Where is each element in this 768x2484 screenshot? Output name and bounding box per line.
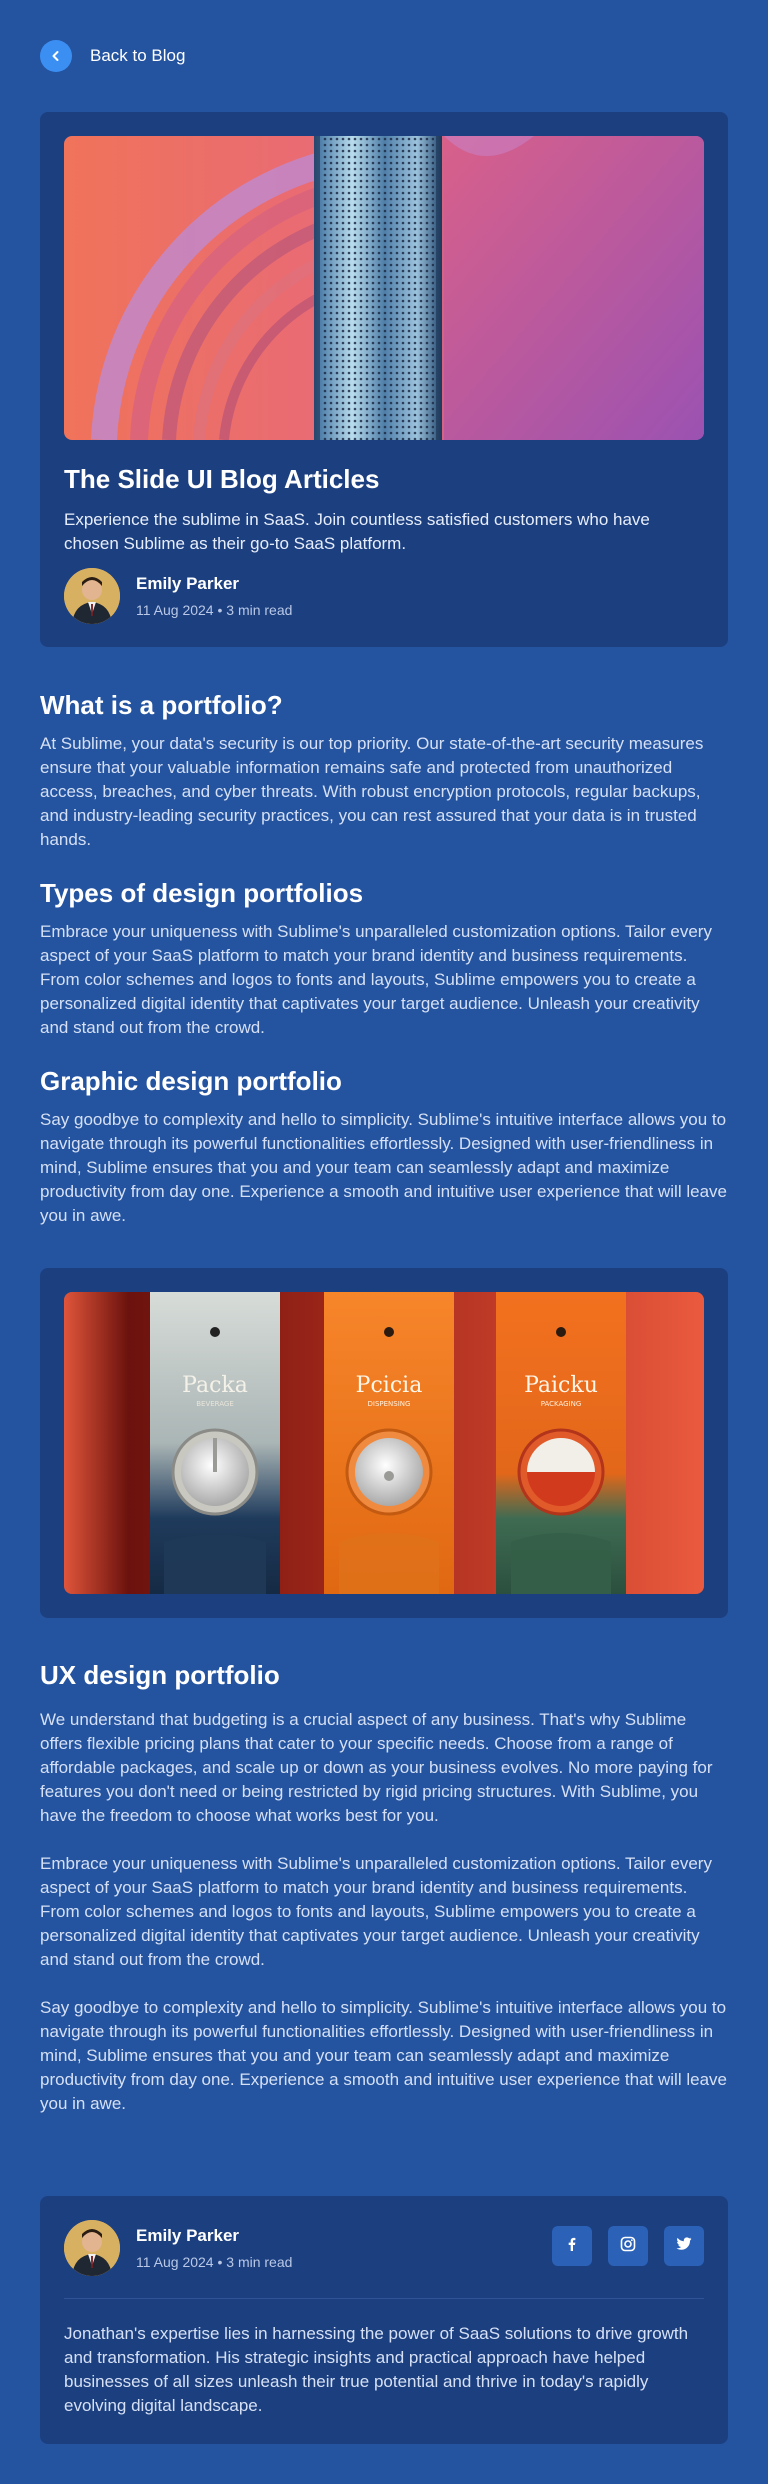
- hero-card: The Slide UI Blog Articles Experience th…: [40, 112, 728, 647]
- product-sublabel: DISPENSING: [368, 1400, 411, 1408]
- author-meta: 11 Aug 2024 • 3 min read: [136, 602, 293, 618]
- facebook-button[interactable]: [552, 2226, 592, 2266]
- hero-author: Emily Parker 11 Aug 2024 • 3 min read: [64, 568, 292, 624]
- section-paragraph: Say goodbye to complexity and hello to s…: [40, 1998, 727, 2113]
- author-card: Emily Parker 11 Aug 2024 • 3 min read Jo…: [40, 2196, 728, 2444]
- article-title: The Slide UI Blog Articles: [64, 464, 380, 494]
- twitter-icon: [676, 2236, 692, 2256]
- social-links: [552, 2226, 704, 2266]
- product-sublabel: PACKAGING: [541, 1400, 582, 1408]
- divider: [64, 2298, 704, 2299]
- section-paragraph: We understand that budgeting is a crucia…: [40, 1710, 713, 1825]
- section-paragraph: Embrace your uniqueness with Sublime's u…: [40, 922, 712, 1037]
- author-info: Emily Parker 11 Aug 2024 • 3 min read: [64, 2220, 292, 2276]
- product-label: Packa: [182, 1373, 248, 1398]
- twitter-button[interactable]: [664, 2226, 704, 2266]
- facebook-icon: [565, 2237, 579, 2256]
- product-label: Pcicia: [356, 1373, 423, 1398]
- product-sublabel: BEVERAGE: [196, 1400, 234, 1408]
- author-name[interactable]: Emily Parker: [136, 2226, 292, 2246]
- product-image: Packa BEVERAGE Pcicia DISPENSING Paicku …: [64, 1292, 704, 1594]
- instagram-icon: [620, 2236, 636, 2257]
- chevron-left-icon[interactable]: [40, 40, 72, 72]
- author-meta: 11 Aug 2024 • 3 min read: [136, 2254, 293, 2270]
- section-heading: Graphic design portfolio: [40, 1066, 342, 1096]
- avatar: [64, 2220, 120, 2276]
- section-heading: UX design portfolio: [40, 1660, 280, 1690]
- section-heading: Types of design portfolios: [40, 878, 364, 908]
- section-paragraph: At Sublime, your data's security is our …: [40, 734, 704, 849]
- gallery-card: Packa BEVERAGE Pcicia DISPENSING Paicku …: [40, 1268, 728, 1618]
- author-bio: Jonathan's expertise lies in harnessing …: [64, 2324, 689, 2415]
- author-name[interactable]: Emily Parker: [136, 574, 292, 594]
- section-paragraph: Say goodbye to complexity and hello to s…: [40, 1110, 727, 1225]
- article-description: Experience the sublime in SaaS. Join cou…: [64, 510, 650, 553]
- product-label: Paicku: [524, 1373, 598, 1398]
- back-link-label[interactable]: Back to Blog: [90, 46, 185, 66]
- section-paragraph: Embrace your uniqueness with Sublime's u…: [40, 1854, 712, 1969]
- hero-image: [64, 136, 704, 440]
- avatar: [64, 568, 120, 624]
- section-heading: What is a portfolio?: [40, 690, 283, 720]
- back-to-blog-link[interactable]: Back to Blog: [40, 40, 185, 72]
- instagram-button[interactable]: [608, 2226, 648, 2266]
